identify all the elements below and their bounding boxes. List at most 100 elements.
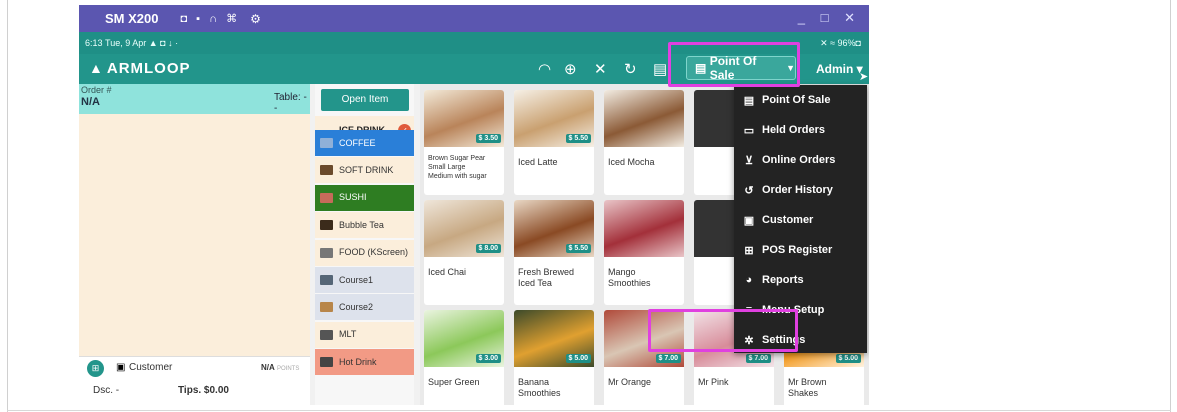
product-card[interactable]: Iced Mocha [604,90,684,195]
category-item[interactable]: Bubble Tea [315,212,414,239]
order-number-value: N/A [81,96,100,108]
globe-icon[interactable]: ⊕ [564,60,577,78]
menu-item-online-orders[interactable]: ⊻ Online Orders [734,145,867,175]
points-label: POINTS [277,366,300,372]
product-card[interactable]: $ 5.00 Banana Smoothies [514,310,594,405]
product-name: Mr Brown Shakes [788,377,827,398]
frame-line-bottom [7,410,1171,411]
customer-row[interactable]: ⊞ ▣ Customer N/A POINTS [79,356,310,378]
category-icon [320,165,333,176]
category-item[interactable]: FOOD (KScreen) [315,239,414,266]
status-right: ✕ ≈ 96%◘ [820,38,861,48]
category-label: Bubble Tea [339,219,384,230]
product-name: Mr Pink [698,377,729,387]
gear-icon[interactable]: ⚙ [250,12,261,26]
category-item[interactable]: SUSHI [315,184,414,211]
product-image [604,90,684,147]
category-icon [320,357,333,368]
admin-label: Admin [816,62,854,76]
app-window: SM X200 ◘ ▪ ∩ ⌘ ⚙ _ □ ✕ 6:13 Tue, 9 Apr … [79,5,869,405]
tips-label[interactable]: Tips. $0.00 [178,385,229,396]
customer-points: N/A POINTS [261,363,299,372]
totals-row: Dsc. - Tips. $0.00 [79,378,310,405]
product-price: $ 5.00 [835,354,861,363]
sync-icon[interactable]: ↻ [624,60,637,78]
category-item[interactable]: MLT [315,321,414,348]
customer-icon: ▣ [743,214,755,227]
discount-label[interactable]: Dsc. - [93,385,119,396]
product-name: Fresh Brewed Iced Tea [518,267,575,288]
support-icon[interactable]: ◠ [538,60,551,78]
printer-icon[interactable]: ▤ [653,60,667,78]
product-card[interactable]: $ 3.50 Brown Sugar Pear Small Large Mediu… [424,90,504,195]
product-card[interactable]: $ 5.50 Fresh Brewed Iced Tea [514,200,594,305]
category-label: MLT [339,329,357,340]
order-items-area [79,114,310,356]
product-card[interactable]: $ 8.00 Iced Chai [424,200,504,305]
product-card[interactable]: Mango Smoothies [604,200,684,305]
window-controls[interactable]: _ □ ✕ [798,10,861,26]
tools-icon[interactable]: ✕ [594,60,607,78]
title-icons: ◘ ▪ ∩ ⌘ [180,13,241,25]
menu-item-label: POS Register [762,244,833,256]
category-icon [320,275,333,285]
product-price: $ 7.00 [655,354,681,363]
order-number-label: Order # [81,85,112,95]
category-item[interactable]: Hot Drink [315,349,414,376]
product-price: $ 5.00 [565,354,591,363]
open-item-button[interactable]: Open Item [321,89,409,111]
product-name: Mr Orange [608,377,652,387]
product-name: Iced Mocha [608,157,655,167]
status-icons: ▲ ◘ ↓ · [148,38,179,48]
logo-text: ARMLOOP [106,60,191,77]
menu-item-held-orders[interactable]: ▭ Held Orders [734,115,867,145]
category-item[interactable]: COFFEE [315,130,414,156]
category-label: SUSHI [339,192,367,203]
product-price: $ 7.00 [745,354,771,363]
menu-item-label: Online Orders [762,154,836,166]
grid-icon[interactable]: ⊞ [87,360,104,377]
status-date: Tue, 9 Apr [105,38,147,48]
product-price: $ 8.00 [475,244,501,253]
menu-item-customer[interactable]: ▣ Customer [734,205,867,235]
table-selector[interactable]: Table: -- [274,92,310,114]
category-item[interactable]: Course1 [315,267,414,293]
status-time: 6:13 [85,38,103,48]
frame-line-left [7,0,8,412]
product-name: Mango Smoothies [608,267,651,288]
menu-item-point-of-sale[interactable]: ▤ Point Of Sale [734,85,867,115]
product-name: Banana Smoothies [518,377,561,398]
menu-item-label: Reports [762,274,804,286]
category-label: SOFT DRINK [339,164,394,175]
product-card[interactable]: $ 5.50 Iced Latte [514,90,594,195]
product-price: $ 5.50 [565,134,591,143]
category-label: FOOD (KScreen) [339,247,409,258]
product-price: $ 5.50 [565,244,591,253]
highlight-settings [648,309,798,352]
category-item[interactable]: SOFT DRINK [315,157,414,184]
category-label: Course2 [339,301,374,312]
logo: ▲ ARMLOOP [89,60,191,77]
category-label: Course1 [339,274,374,285]
admin-menu[interactable]: Admin ▾ [816,62,863,76]
customer-label: Customer [129,362,173,373]
frame-line-right [1170,0,1171,412]
category-list: Open Item ICE DRINK (Label)✓COFFEESOFT D… [315,84,414,405]
reports-icon: ◕ [745,274,753,286]
customer-icon: ▣ [116,362,126,373]
point-of-sale-icon: ▤ [743,94,755,107]
mouse-cursor-icon: ➤ [859,71,869,83]
held-orders-icon: ▭ [743,124,755,137]
product-card[interactable]: $ 3.00 Super Green [424,310,504,405]
category-label: Hot Drink [339,356,377,367]
menu-item-reports[interactable]: ◕ Reports [734,265,867,295]
menu-item-pos-register[interactable]: ⊞ POS Register [734,235,867,265]
category-icon [320,220,333,231]
menu-item-order-history[interactable]: ↺ Order History [734,175,867,205]
order-header: Order # N/A Table: -- [79,84,310,114]
product-image [604,200,684,257]
category-item[interactable]: Course2 [315,294,414,321]
category-icon [320,138,333,148]
category-icon [320,302,333,313]
menu-item-label: Customer [762,214,814,226]
